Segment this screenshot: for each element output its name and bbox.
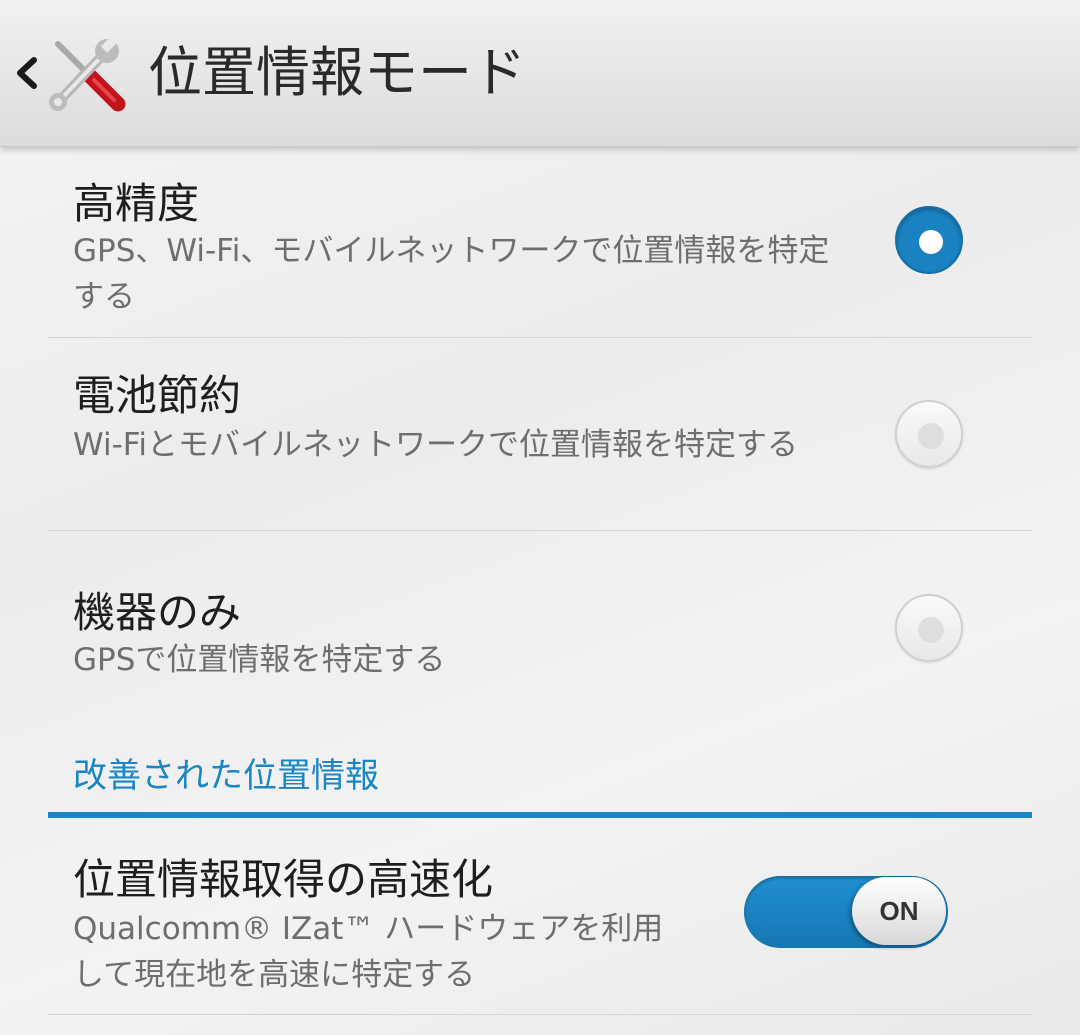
mode-summary: GPSで位置情報を特定する [73, 642, 446, 678]
toggle-label: ON [852, 877, 946, 945]
mode-option-device-only[interactable]: 機器のみ GPSで位置情報を特定する [0, 531, 1080, 721]
section-divider [48, 812, 1032, 818]
mode-option-high-accuracy[interactable]: 高精度 GPS、Wi-Fi、モバイルネットワークで位置情報を特定する [0, 146, 1080, 336]
page-title: 位置情報モード [148, 41, 526, 104]
action-bar: 位置情報モード [0, 0, 1080, 147]
wrench-screwdriver-icon[interactable] [44, 36, 128, 112]
divider [48, 1014, 1032, 1015]
radio-button-selected[interactable] [895, 206, 963, 274]
chevron-left-icon[interactable] [8, 48, 42, 98]
setting-summary: Qualcomm® IZat™ ハードウェアを利用して現在地を高速に特定する [73, 911, 664, 993]
radio-button[interactable] [895, 594, 963, 662]
mode-title: 高精度 [73, 179, 200, 228]
fast-location-toggle[interactable]: ON [744, 876, 948, 948]
mode-summary: Wi-Fiとモバイルネットワークで位置情報を特定する [73, 427, 798, 463]
mode-option-battery-saving[interactable]: 電池節約 Wi-Fiとモバイルネットワークで位置情報を特定する [0, 338, 1080, 530]
radio-button[interactable] [895, 400, 963, 468]
mode-summary: GPS、Wi-Fi、モバイルネットワークで位置情報を特定する [73, 233, 830, 315]
section-header: 改善された位置情報 [73, 756, 379, 796]
mode-title: 電池節約 [73, 371, 242, 420]
mode-title: 機器のみ [73, 588, 242, 637]
setting-title: 位置情報取得の高速化 [73, 855, 494, 904]
